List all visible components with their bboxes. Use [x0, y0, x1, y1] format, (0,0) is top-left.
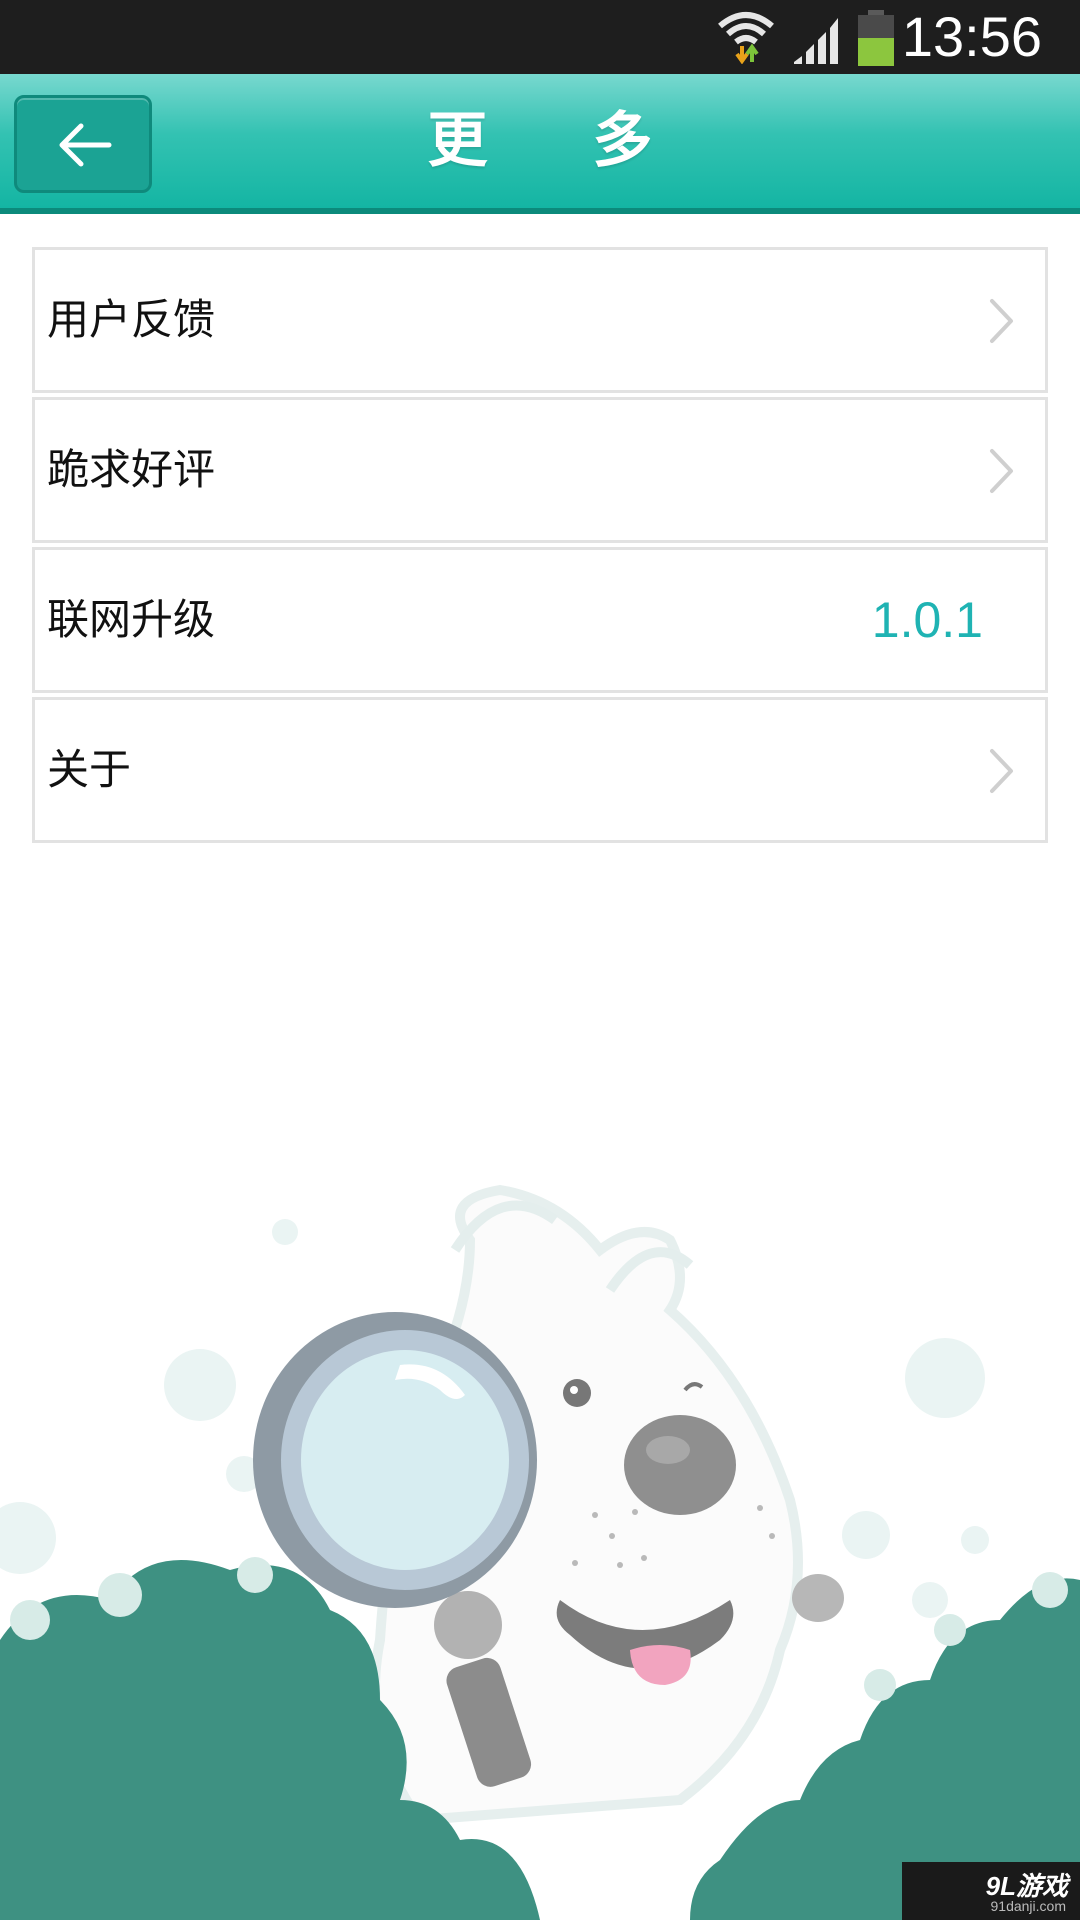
battery-icon [858, 10, 894, 66]
chevron-right-icon [990, 299, 1013, 343]
menu-item-label: 关于 [47, 745, 132, 794]
menu-item-rate-app[interactable]: 跪求好评 [32, 397, 1048, 543]
menu-item-feedback[interactable]: 用户反馈 [32, 247, 1048, 393]
chevron-right-icon [990, 749, 1013, 793]
menu-item-label: 跪求好评 [47, 445, 216, 494]
menu-item-about[interactable]: 关于 [32, 697, 1048, 843]
arrow-left-icon [59, 123, 112, 167]
status-bar: 13:56 [0, 0, 1080, 74]
version-value: 1.0.1 [871, 592, 983, 648]
menu-item-label: 联网升级 [47, 595, 216, 644]
signal-icon [794, 18, 838, 64]
page-title: 更 多 [427, 106, 695, 176]
wifi-icon [718, 12, 774, 64]
menu-item-update[interactable]: 联网升级 1.0.1 [32, 547, 1048, 693]
back-button[interactable] [14, 95, 152, 193]
watermark-url: 91danji.com [990, 1898, 1067, 1914]
chevron-right-icon [990, 449, 1013, 493]
title-bar: 更 多 [0, 74, 1080, 214]
dog-mascot-illustration [0, 1184, 1080, 1920]
menu-item-label: 用户反馈 [47, 295, 216, 344]
status-time: 13:56 [901, 5, 1042, 68]
watermark: 9L游戏 91danji.com [902, 1862, 1080, 1920]
